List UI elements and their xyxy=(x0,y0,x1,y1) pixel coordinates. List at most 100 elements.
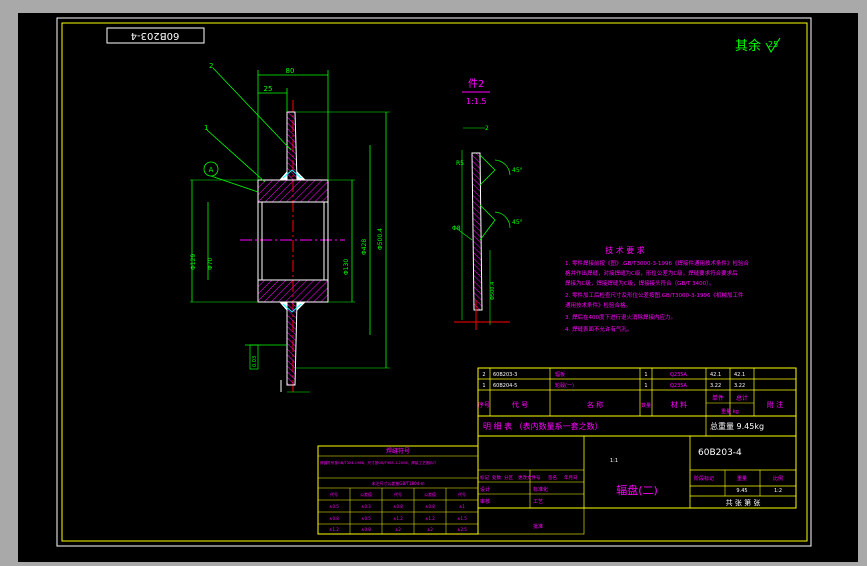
detail-title: 件2 xyxy=(468,78,484,90)
tech-req-line: 格并作出焊缝，对接焊缝为C级，形位公差为C级，焊缝要求符合要求后 xyxy=(565,269,738,277)
dim-phi130: Φ130 xyxy=(343,259,350,275)
svg-text:3.22: 3.22 xyxy=(734,383,745,389)
drawing-number: 60B203-4 xyxy=(698,448,742,458)
dim-phi428: Φ428 xyxy=(361,239,368,255)
svg-text:年月日: 年月日 xyxy=(564,474,578,481)
svg-text:Q235A: Q235A xyxy=(670,383,687,389)
drawing-sheet: 60B203-4 其余 25 80 25 2 1 A Φ129 Φ70 Φ130… xyxy=(18,13,858,562)
role-approve: 批准 xyxy=(533,523,543,530)
svg-text:±1.2: ±1.2 xyxy=(329,527,339,532)
svg-text:数量: 数量 xyxy=(641,402,651,409)
svg-text:总计: 总计 xyxy=(736,394,748,402)
role-review: 审核 xyxy=(480,498,490,505)
hub-upper-section xyxy=(257,179,329,203)
cad-viewport: 60B203-4 其余 25 80 25 2 1 A Φ129 Φ70 Φ130… xyxy=(0,0,867,562)
label-part1: 1 xyxy=(204,124,208,132)
svg-text:辐板: 辐板 xyxy=(555,371,565,378)
svg-text:代号: 代号 xyxy=(394,491,402,497)
svg-text:重量 kg: 重量 kg xyxy=(721,408,739,415)
web-plate-lower xyxy=(286,301,298,386)
svg-text:单件: 单件 xyxy=(712,394,724,402)
svg-text:轮毂(一): 轮毂(一) xyxy=(555,382,574,389)
detail-dim-2: 2 xyxy=(485,125,489,132)
svg-text:代号: 代号 xyxy=(330,491,338,497)
role-standard: 标准化 xyxy=(533,486,548,493)
detail-angle-1: 45° xyxy=(512,167,523,174)
part-name: 辐盘(二) xyxy=(616,483,658,497)
svg-text:42.1: 42.1 xyxy=(734,372,745,378)
tech-req-line: 1. 零件焊接前按《图》.GB/T3000-3-1996《焊接件通用技术条件》检… xyxy=(565,259,749,267)
tech-req-line: 4. 焊缝表面不允许有气孔。 xyxy=(565,325,633,333)
detail-angle-2: 45° xyxy=(512,219,523,226)
total-weight: 总重量 9.45kg xyxy=(710,421,764,431)
svg-text:分区: 分区 xyxy=(504,474,513,481)
dim-25: 25 xyxy=(264,85,273,93)
role-design: 设计 xyxy=(480,486,490,493)
svg-text:±2: ±2 xyxy=(427,527,433,532)
svg-text:±0.8: ±0.8 xyxy=(361,527,371,532)
svg-text:±0.3: ±0.3 xyxy=(361,504,371,509)
role-process: 工艺 xyxy=(533,499,543,505)
svg-text:60B204-5: 60B204-5 xyxy=(493,383,517,389)
svg-text:签名: 签名 xyxy=(548,474,557,481)
tech-req-line: 焊接为C级，焊接焊缝为C级，焊接接头符合（GB/T 3400）。 xyxy=(565,279,714,287)
svg-text:名 称: 名 称 xyxy=(587,400,603,409)
label-part2: 2 xyxy=(209,62,213,70)
svg-text:Q235A: Q235A xyxy=(670,372,687,378)
svg-text:代 号: 代 号 xyxy=(512,400,528,409)
svg-text:材 料: 材 料 xyxy=(671,400,687,409)
svg-text:序号: 序号 xyxy=(478,401,490,409)
weight-value: 9.45 xyxy=(736,488,747,494)
tech-req-title: 技 术 要 求 xyxy=(605,245,645,255)
surface-ra-value: 25 xyxy=(768,40,778,49)
svg-text:1: 1 xyxy=(644,383,647,389)
dim-phi70: Φ70 xyxy=(207,257,214,270)
svg-text:±1.2: ±1.2 xyxy=(393,516,403,521)
scale-label: 比例 xyxy=(773,475,783,482)
weld-table-sub: 未注尺寸公差按GB/T1804-m xyxy=(371,480,424,486)
tol-value: 0.03 xyxy=(252,356,258,367)
svg-text:标记: 标记 xyxy=(480,474,489,481)
svg-text:更改文件号: 更改文件号 xyxy=(518,474,541,481)
weight-label: 重量 xyxy=(737,475,747,482)
stage-label: 阶段标记 xyxy=(694,475,714,482)
svg-text:处数: 处数 xyxy=(492,474,501,481)
surface-note-text: 其余 xyxy=(735,38,761,54)
detail-scale: 1:1.5 xyxy=(466,97,487,106)
svg-text:附 注: 附 注 xyxy=(767,400,783,409)
svg-text:±1.5: ±1.5 xyxy=(457,516,467,521)
dim-80: 80 xyxy=(286,67,295,75)
svg-text:42.1: 42.1 xyxy=(710,372,721,378)
datum-a: A xyxy=(209,166,214,174)
svg-text:±1.2: ±1.2 xyxy=(425,516,435,521)
svg-text:3.22: 3.22 xyxy=(710,383,721,389)
detail-dim-r5: R5 xyxy=(456,160,464,167)
svg-text:代号: 代号 xyxy=(458,491,466,497)
scale-text: 1:1 xyxy=(610,458,618,464)
stamp-code-text: 60B203-4 xyxy=(131,30,180,41)
tech-req-line: 2. 零件加工后检查尺寸及形位公差按图.GB/T3000-3-1996《机械加工… xyxy=(565,291,744,299)
svg-text:1: 1 xyxy=(482,383,485,389)
svg-text:±0.8: ±0.8 xyxy=(393,504,403,509)
svg-text:±0.5: ±0.5 xyxy=(361,516,371,521)
bom-ledger-label: 明 细 表 （表内数量系一套之数） xyxy=(483,421,603,431)
sheet-label: 共 张 第 张 xyxy=(726,498,761,507)
tech-req-line: 通用技术条件》检验合格。 xyxy=(565,301,631,309)
weld-table-title: 焊缝符号 xyxy=(386,447,410,455)
svg-text:60B203-3: 60B203-3 xyxy=(493,372,517,378)
svg-text:±0.8: ±0.8 xyxy=(329,516,339,521)
svg-text:±2: ±2 xyxy=(395,527,401,532)
weld-table-note: 焊缝符号按GB/T324-1988，尺寸按GB/T985.1-2008，焊接工艺… xyxy=(320,460,437,465)
svg-text:±2.5: ±2.5 xyxy=(457,527,467,532)
svg-text:1: 1 xyxy=(644,372,647,378)
scale-value: 1:2 xyxy=(774,488,782,494)
dim-phi500: Φ500.4 xyxy=(377,228,384,250)
detail-dim-phi500: Φ500.4 xyxy=(490,282,496,300)
svg-text:公差值: 公差值 xyxy=(360,491,372,497)
hub-lower-section xyxy=(257,279,329,303)
svg-text:±0.5: ±0.5 xyxy=(329,504,339,509)
detail-plate xyxy=(471,152,483,311)
svg-text:±0.8: ±0.8 xyxy=(425,504,435,509)
svg-text:±1: ±1 xyxy=(459,504,465,509)
dim-phi129: Φ129 xyxy=(190,254,197,270)
